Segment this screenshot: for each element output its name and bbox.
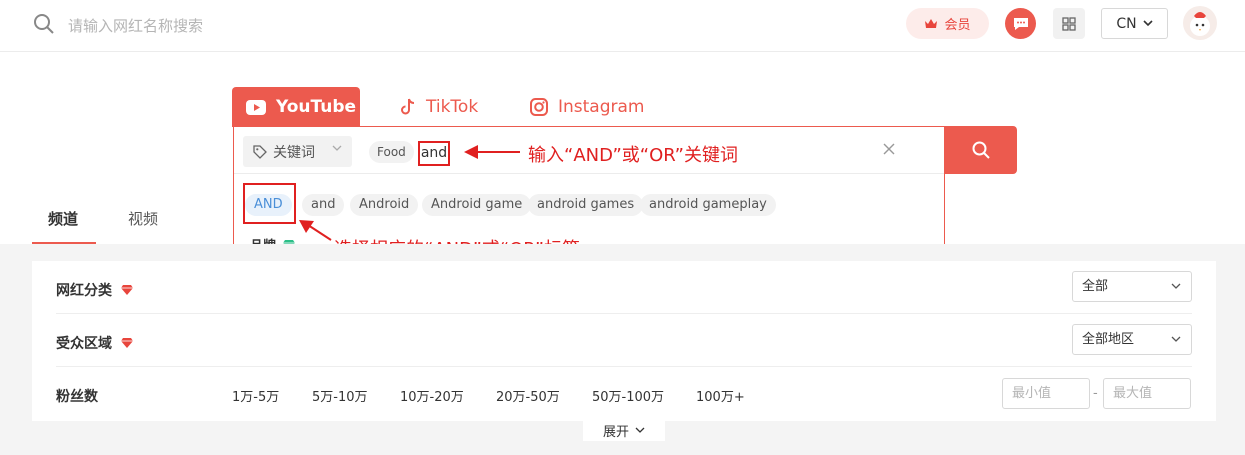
region-label-text: 受众区域 [56, 336, 112, 352]
gem-icon [121, 285, 133, 295]
arrow-up-left-icon [299, 220, 332, 241]
chevron-down-icon [332, 145, 342, 151]
region-filter-label: 受众区域 [56, 333, 134, 353]
avatar[interactable] [1183, 6, 1217, 40]
fans-max-input[interactable]: 最大值 [1103, 378, 1191, 409]
member-label: 会员 [944, 18, 971, 33]
fans-filter-label: 粉丝数 [56, 386, 98, 406]
tab-tiktok[interactable]: TikTok [400, 87, 478, 127]
category-select-value: 全部 [1082, 279, 1109, 294]
chevron-down-icon [1171, 336, 1181, 342]
expand-label: 展开 [602, 424, 629, 440]
language-select[interactable]: CN [1101, 8, 1168, 39]
range-separator: - [1093, 386, 1098, 401]
chat-icon [1013, 17, 1028, 30]
search-mode-select[interactable]: 关键词 [243, 136, 352, 167]
category-select[interactable]: 全部 [1072, 271, 1192, 302]
fans-option[interactable]: 100万+ [696, 386, 745, 405]
tiktok-icon [401, 98, 415, 115]
filter-card: 网红分类 全部 受众区域 全部地区 粉丝数 1万-5万 5万-10万 10万-2… [32, 261, 1216, 421]
highlight-box [243, 183, 296, 224]
search-button[interactable] [944, 126, 1017, 174]
close-icon[interactable] [880, 140, 898, 158]
search-icon [972, 141, 990, 159]
tab-tiktok-label: TikTok [426, 97, 479, 117]
crown-icon [925, 18, 938, 28]
apps-icon [1062, 16, 1076, 31]
region-select-value: 全部地区 [1082, 332, 1135, 347]
tab-instagram-label: Instagram [558, 97, 645, 117]
tab-channels[interactable]: 频道 [48, 208, 78, 229]
suggestion-chip[interactable]: and [302, 194, 345, 216]
fans-option[interactable]: 20万-50万 [496, 386, 560, 405]
expand-button[interactable]: 展开 [583, 419, 665, 441]
suggestion-chip[interactable]: Android [350, 194, 419, 216]
search-tag-food[interactable]: Food [369, 141, 414, 163]
apps-button[interactable] [1053, 8, 1085, 39]
tag-icon [253, 144, 267, 159]
divider [234, 173, 944, 174]
fans-option[interactable]: 10万-20万 [400, 386, 464, 405]
member-button[interactable]: 会员 [906, 8, 989, 39]
tab-videos[interactable]: 视频 [128, 208, 158, 229]
suggestion-chip[interactable]: android games [528, 194, 644, 216]
tab-youtube[interactable]: YouTube [232, 87, 360, 127]
chevron-down-icon [635, 427, 645, 433]
category-filter-label: 网红分类 [56, 280, 134, 300]
arrow-left-icon [464, 145, 520, 159]
search-mode-label: 关键词 [273, 144, 315, 161]
suggestion-chip[interactable]: Android game [422, 194, 532, 216]
top-search-input[interactable]: 请输入网红名称搜索 [68, 15, 203, 36]
row-divider [56, 366, 1192, 367]
fans-option[interactable]: 5万-10万 [312, 386, 368, 405]
youtube-icon [246, 99, 266, 115]
top-bar: 请输入网红名称搜索 会员 CN [0, 0, 1245, 52]
fans-min-input[interactable]: 最小值 [1002, 378, 1090, 409]
annotation-input-hint: 输入“AND”或“OR”关键词 [528, 145, 738, 166]
gem-icon [121, 338, 133, 348]
fans-label-text: 粉丝数 [56, 389, 98, 405]
tab-instagram[interactable]: Instagram [530, 87, 645, 127]
row-divider [56, 313, 1192, 314]
language-label: CN [1116, 15, 1137, 32]
instagram-icon [530, 98, 548, 116]
fans-option[interactable]: 50万-100万 [592, 386, 664, 405]
tab-youtube-label: YouTube [276, 97, 357, 117]
search-input[interactable]: and [418, 141, 450, 166]
suggestion-chip[interactable]: android gameplay [640, 194, 776, 216]
chevron-down-icon [1143, 20, 1153, 27]
avatar-image [1190, 12, 1210, 36]
fans-option[interactable]: 1万-5万 [232, 386, 279, 405]
chat-button[interactable] [1005, 8, 1036, 39]
category-label-text: 网红分类 [56, 283, 112, 299]
search-icon[interactable] [32, 12, 56, 36]
region-select[interactable]: 全部地区 [1072, 324, 1192, 355]
chevron-down-icon [1171, 283, 1181, 289]
